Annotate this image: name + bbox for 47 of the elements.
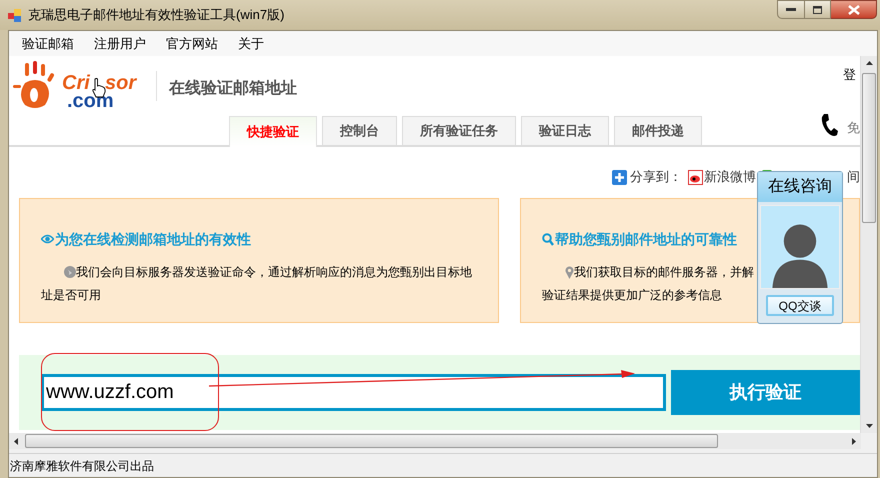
login-link[interactable]: 登 [843, 65, 856, 84]
minimize-button[interactable] [777, 0, 805, 19]
tab[interactable]: 快捷验证 [229, 116, 317, 147]
tab[interactable]: 所有验证任务 [402, 116, 516, 145]
menu-item[interactable]: 注册用户 [93, 34, 147, 54]
eye-icon [41, 234, 54, 244]
page-heading: 在线验证邮箱地址 [169, 78, 297, 99]
menu-item[interactable]: 官方网站 [165, 34, 219, 54]
share-link[interactable]: 间 [847, 167, 860, 187]
menu-item[interactable]: 验证邮箱 [21, 34, 75, 54]
tab[interactable]: 控制台 [322, 116, 397, 145]
app-icon [8, 8, 22, 22]
share-label: 分享到： [630, 168, 682, 186]
maximize-icon [813, 6, 822, 14]
tab[interactable]: 邮件投递 [614, 116, 702, 145]
consult-title: 在线咨询 [758, 172, 842, 202]
horizontal-scrollbar[interactable] [9, 433, 861, 449]
scroll-down-icon [866, 424, 872, 428]
status-text: 济南摩雅软件有限公司出品 [10, 458, 154, 474]
scroll-left-icon [14, 438, 18, 444]
qq-chat-button[interactable]: QQ交谈 [766, 295, 834, 316]
email-input[interactable]: www.uzzf.com [41, 374, 666, 411]
free-text: 免 [847, 119, 860, 137]
close-button[interactable] [831, 0, 877, 19]
card-title: 帮助您甄别邮件地址的可靠性 [555, 230, 737, 248]
vertical-scrollbar[interactable] [860, 56, 877, 433]
phone-icon [821, 113, 838, 137]
window-title: 克瑞思电子邮件地址有效性验证工具(win7版) [28, 6, 284, 24]
card-text: 址是否可用 [41, 287, 101, 304]
avatar-icon [760, 205, 840, 289]
card-text: 我们获取目标的邮件服务器，并解 [574, 264, 754, 281]
pin-icon [565, 266, 574, 278]
close-icon [848, 4, 860, 14]
card-text: 验证结果提供更加广泛的参考信息 [542, 287, 722, 304]
scroll-up-icon [866, 61, 872, 65]
plus-icon [612, 170, 627, 184]
weibo-link[interactable]: 新浪微博 [688, 167, 756, 187]
maximize-button[interactable] [805, 0, 831, 19]
tab[interactable]: 验证日志 [521, 116, 609, 145]
card-title: 为您在线检测邮箱地址的有效性 [55, 230, 251, 248]
card-text: 我们会向目标服务器发送验证命令，通过解析响应的消息为您甄别出目标地 [76, 264, 472, 281]
menu-item[interactable]: 关于 [237, 34, 265, 54]
scroll-right-icon [852, 438, 856, 444]
search-icon [542, 232, 554, 246]
minimize-icon [786, 8, 796, 12]
weibo-icon [688, 170, 703, 184]
hand-cursor-icon [92, 78, 106, 98]
